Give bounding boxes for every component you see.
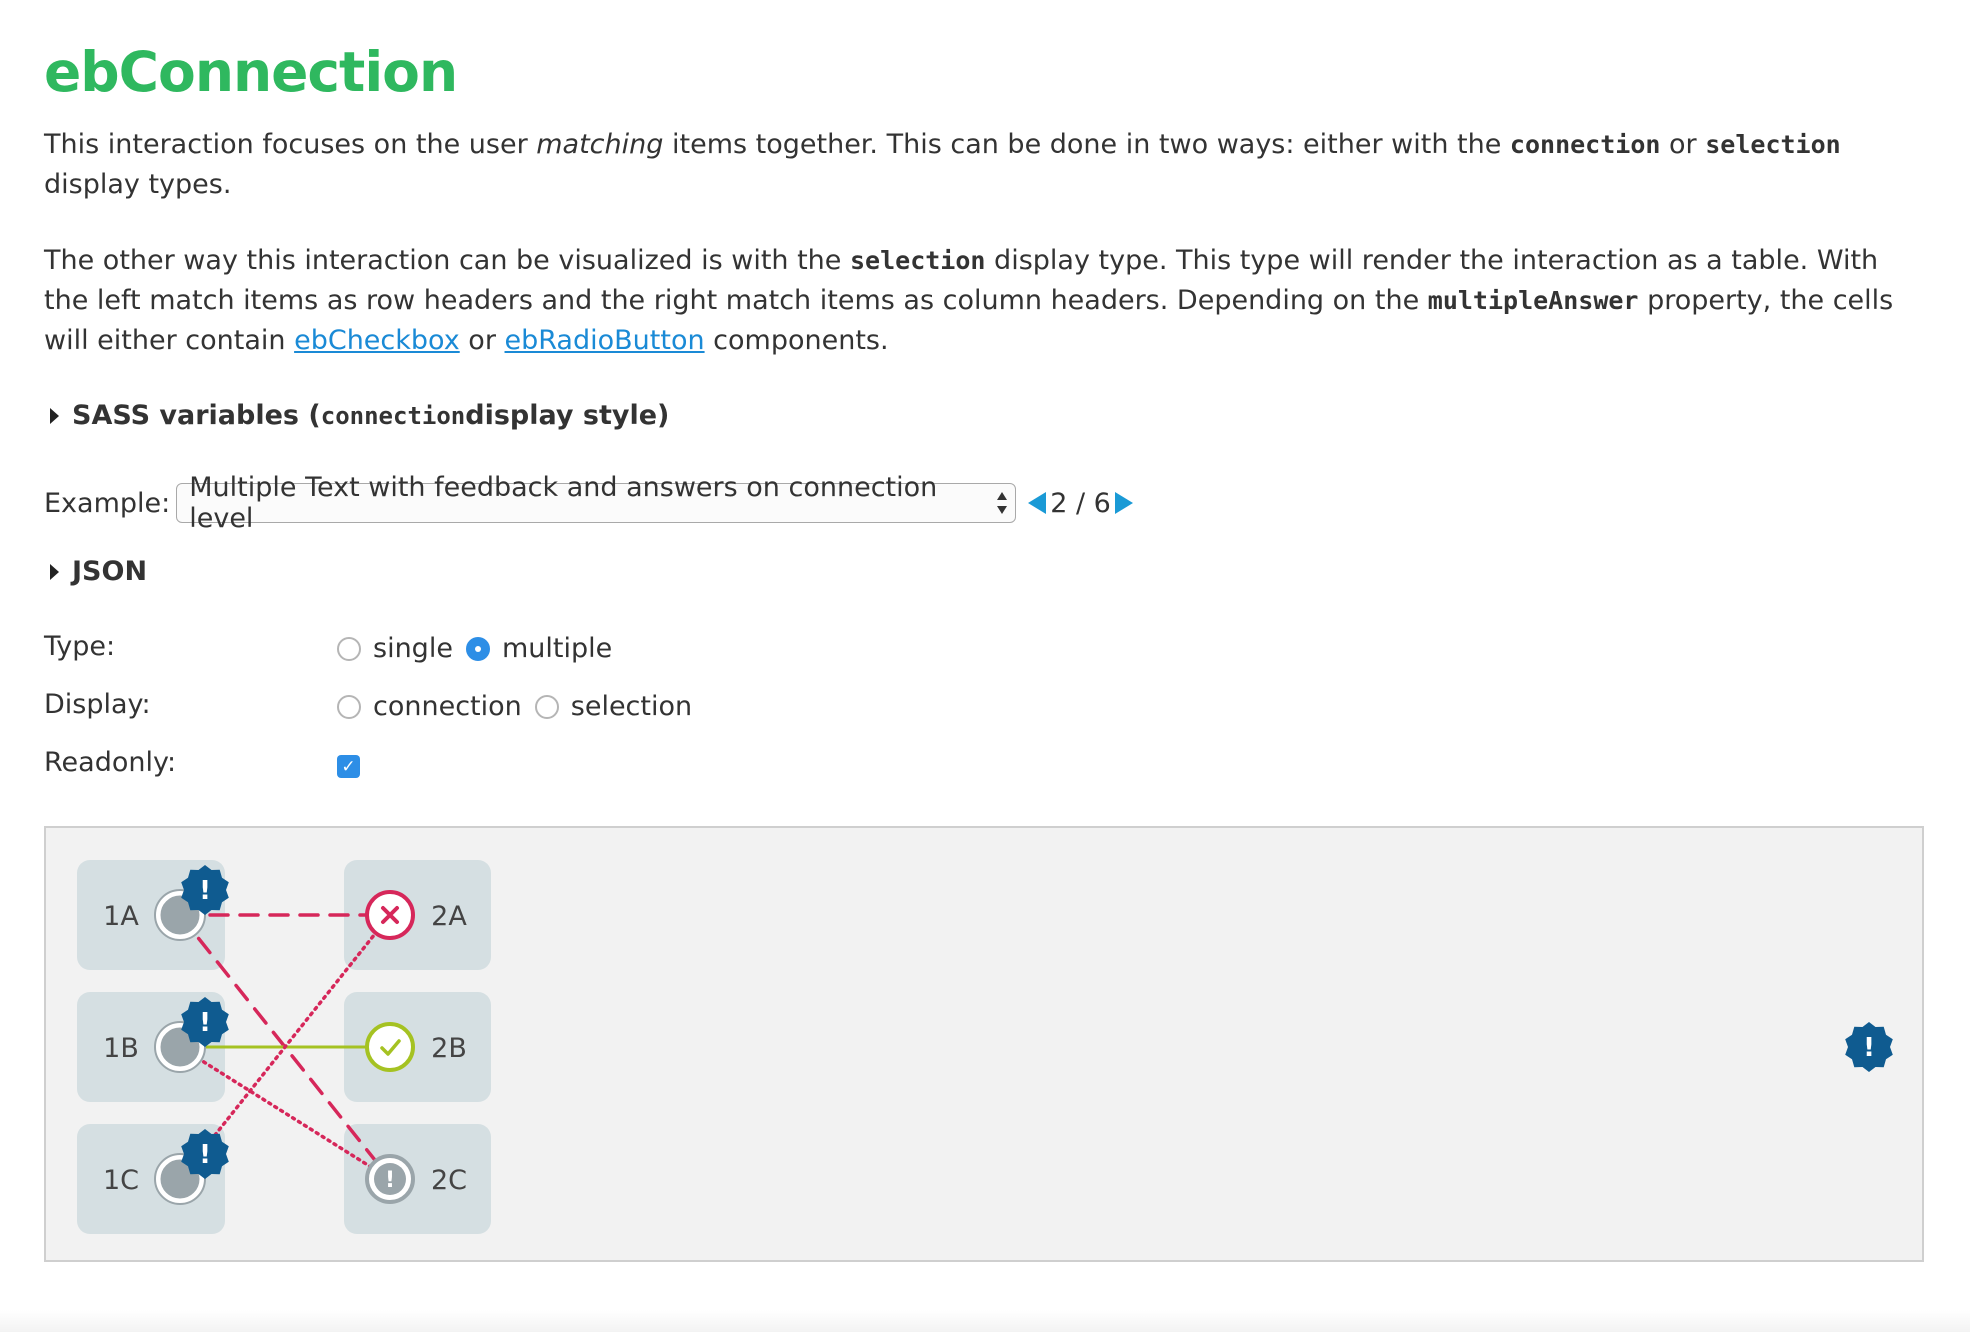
readonly-label: Readonly: — [44, 747, 177, 778]
left-item-label: 1C — [103, 1165, 139, 1196]
incorrect-connector-icon[interactable] — [365, 890, 415, 940]
right-item-label: 2B — [431, 1033, 467, 1064]
next-example-icon[interactable] — [1114, 492, 1133, 514]
display-label: Display: — [44, 689, 151, 720]
readonly-group: ✓ — [337, 755, 360, 778]
connection-interaction-panel: 1A 1B 1C 2A 2B 2C!!!!! — [44, 826, 1924, 1262]
svg-text:!: ! — [385, 1168, 395, 1193]
example-pager: 2 / 6 — [1028, 488, 1133, 519]
type-multiple-radio[interactable] — [465, 636, 490, 661]
type-label: Type: — [44, 631, 116, 662]
display-selection-label: selection — [570, 691, 693, 722]
type-radio-group: single multiple — [337, 633, 625, 664]
type-single-radio[interactable] — [337, 636, 361, 661]
disclosure-triangle-icon — [50, 407, 59, 424]
svg-text:!: ! — [199, 1008, 211, 1038]
right-item-label: 2A — [431, 901, 467, 932]
selection-paragraph: The other way this interaction can be vi… — [44, 245, 1894, 356]
right-item-label: 2C — [431, 1165, 467, 1196]
feedback-connector-icon[interactable]: ! — [365, 1154, 415, 1204]
page-title: ebConnection — [44, 40, 458, 104]
page-bottom-edge — [0, 1310, 1970, 1332]
sass-variables-toggle[interactable]: SASS variables (connection display style… — [50, 400, 669, 431]
display-radio-group: connection selection — [337, 691, 705, 722]
left-item-label: 1B — [103, 1033, 139, 1064]
overall-feedback-badge-icon: ! — [1845, 1022, 1893, 1072]
svg-text:!: ! — [199, 1140, 211, 1170]
intro-paragraph: This interaction focuses on the user mat… — [44, 129, 1841, 200]
connection-canvas: 1A 1B 1C 2A 2B 2C!!!!! — [77, 860, 1893, 1234]
example-row: Example: Multiple Text with feedback and… — [44, 472, 1133, 534]
disclosure-triangle-icon — [50, 563, 59, 580]
select-arrows-icon — [997, 490, 1008, 516]
display-connection-label: connection — [373, 691, 522, 722]
display-connection-radio[interactable] — [337, 694, 361, 719]
example-selected-value: Multiple Text with feedback and answers … — [189, 472, 938, 534]
readonly-checkbox[interactable]: ✓ — [337, 755, 360, 778]
svg-text:!: ! — [199, 876, 211, 906]
previous-example-icon[interactable] — [1028, 492, 1047, 514]
ebradiobutton-link[interactable]: ebRadioButton — [505, 325, 705, 356]
type-single-label: single — [373, 633, 453, 664]
json-toggle[interactable]: JSON — [50, 556, 147, 587]
svg-text:!: ! — [1863, 1033, 1875, 1063]
pager-count: 2 / 6 — [1050, 487, 1111, 519]
left-item-label: 1A — [103, 901, 139, 932]
correct-connector-icon[interactable] — [365, 1022, 415, 1072]
ebcheckbox-link[interactable]: ebCheckbox — [294, 325, 460, 356]
display-selection-radio[interactable] — [534, 694, 559, 719]
type-multiple-label: multiple — [501, 633, 613, 664]
example-label: Example: — [44, 487, 171, 519]
example-select[interactable]: Multiple Text with feedback and answers … — [176, 472, 1017, 534]
